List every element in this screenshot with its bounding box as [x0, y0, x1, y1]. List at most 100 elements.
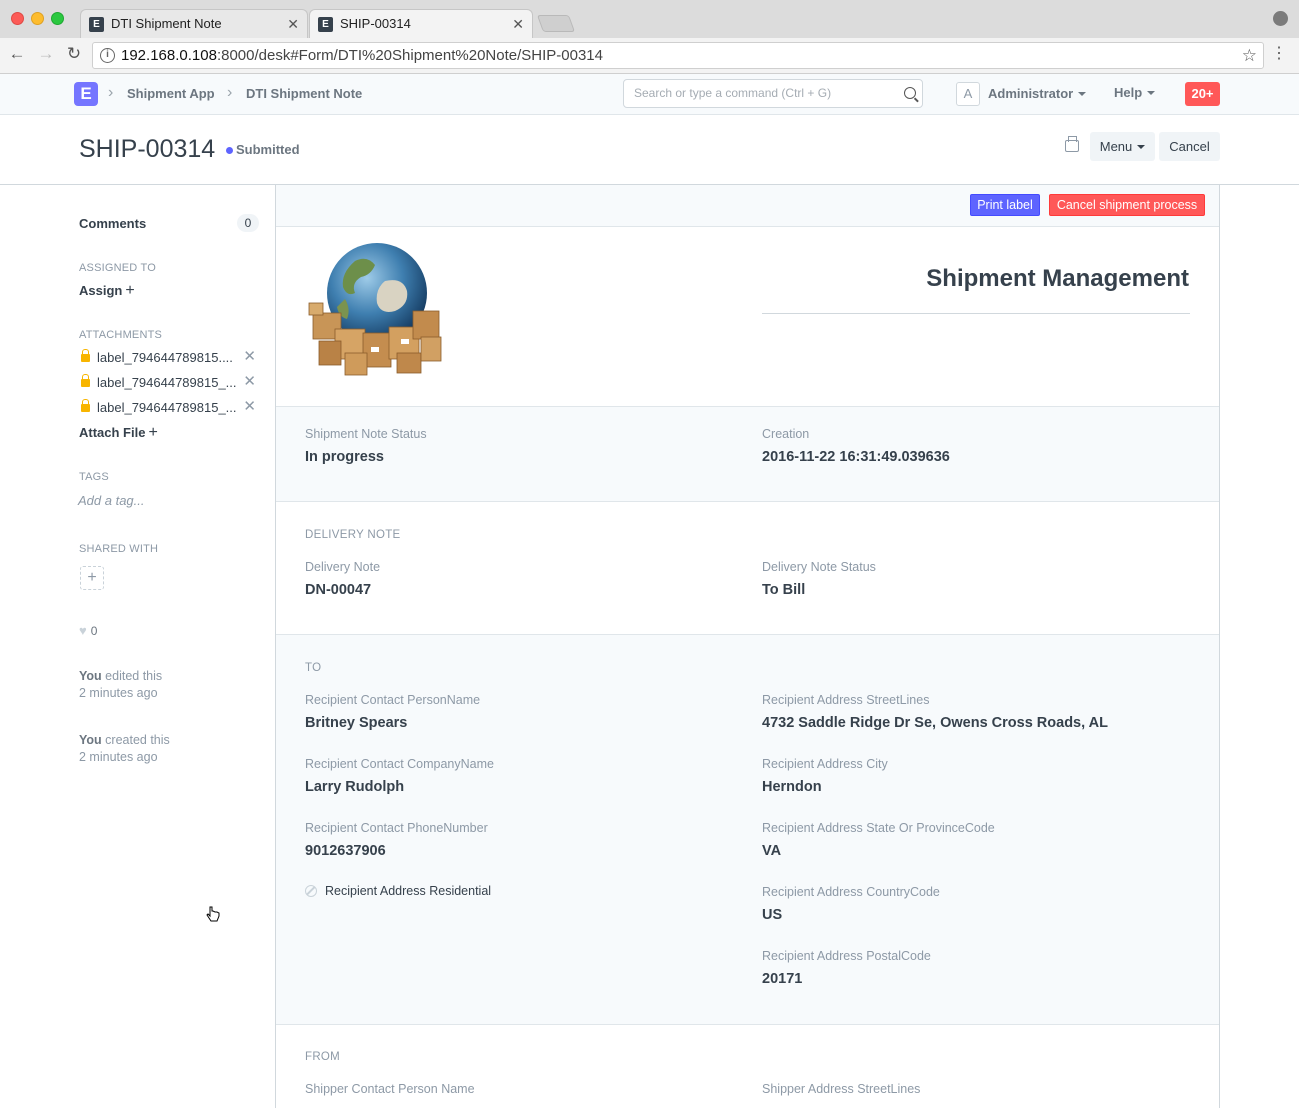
profile-icon[interactable]	[1273, 11, 1288, 26]
app-logo[interactable]: E	[74, 82, 98, 106]
bookmark-star-icon[interactable]: ☆	[1242, 43, 1257, 68]
user-name: Administrator	[988, 86, 1074, 101]
app-navbar: E › Shipment App › DTI Shipment Note Sea…	[0, 74, 1299, 115]
from-section: FROM Shipper Contact Person Name Shipper…	[276, 1025, 1219, 1108]
browser-tab-shipment-note[interactable]: E DTI Shipment Note ✕	[80, 9, 308, 38]
timeline-user[interactable]: You	[79, 669, 102, 683]
window-close-button[interactable]	[11, 12, 24, 25]
recipient-city-label: Recipient Address City	[762, 757, 888, 771]
timeline-user[interactable]: You	[79, 733, 102, 747]
shipment-note-status-value: In progress	[305, 449, 384, 465]
shipment-note-status-label: Shipment Note Status	[305, 427, 427, 441]
comments-count-badge: 0	[237, 214, 259, 232]
browser-tab-strip: E DTI Shipment Note ✕ E SHIP-00314 ✕	[0, 0, 1299, 38]
section-heading: FROM	[305, 1051, 341, 1063]
cancel-button[interactable]: Cancel	[1159, 132, 1220, 161]
shipper-street-label: Shipper Address StreetLines	[762, 1082, 921, 1096]
delivery-note-label: Delivery Note	[305, 560, 381, 574]
recipient-phone-value: 9012637906	[305, 843, 386, 859]
breadcrumb-shipment-app[interactable]: Shipment App	[127, 86, 215, 101]
back-arrow-icon[interactable]: ←	[6, 44, 28, 64]
browser-toolbar: ← → ↻ i 192.168.0.108:8000/desk#Form/DTI…	[0, 38, 1299, 74]
heading-divider	[762, 313, 1190, 314]
attachment-item[interactable]: label_794644789815_... ✕	[81, 397, 256, 415]
remove-attachment-icon[interactable]: ✕	[243, 372, 256, 390]
recipient-company-label: Recipient Contact CompanyName	[305, 757, 494, 771]
remove-attachment-icon[interactable]: ✕	[243, 347, 256, 365]
user-menu[interactable]: Administrator	[988, 86, 1087, 101]
plus-icon: +	[148, 424, 158, 441]
assign-button[interactable]: Assign +	[79, 282, 135, 300]
tab-title: DTI Shipment Note	[111, 16, 222, 31]
add-tag-input[interactable]: Add a tag...	[78, 493, 145, 508]
lock-icon	[81, 374, 90, 387]
timeline-action: created this	[101, 733, 170, 747]
timeline-time: 2 minutes ago	[79, 750, 158, 764]
recipient-contact-person-value: Britney Spears	[305, 715, 408, 731]
address-bar[interactable]: i 192.168.0.108:8000/desk#Form/DTI%20Shi…	[92, 42, 1264, 69]
tab-title: SHIP-00314	[340, 16, 411, 31]
share-add-button[interactable]: +	[80, 566, 104, 590]
cancel-shipment-button[interactable]: Cancel shipment process	[1049, 194, 1205, 216]
forward-arrow-icon[interactable]: →	[35, 44, 57, 64]
delivery-note-value[interactable]: DN-00047	[305, 582, 371, 598]
attachment-name[interactable]: label_794644789815_...	[97, 400, 237, 415]
creation-value: 2016-11-22 16:31:49.039636	[762, 449, 950, 465]
notifications-badge[interactable]: 20+	[1185, 82, 1220, 106]
form-actions-bar: Print label Cancel shipment process	[276, 185, 1219, 227]
attachment-name[interactable]: label_794644789815....	[97, 350, 233, 365]
window-maximize-button[interactable]	[51, 12, 64, 25]
help-label: Help	[1114, 85, 1143, 100]
recipient-residential-label: Recipient Address Residential	[325, 884, 492, 898]
chevron-right-icon: ›	[227, 84, 233, 101]
recipient-phone-label: Recipient Contact PhoneNumber	[305, 821, 488, 835]
info-icon[interactable]: i	[100, 48, 115, 63]
print-icon[interactable]	[1065, 136, 1079, 152]
like-button[interactable]: ♥ 0	[79, 623, 97, 638]
search-input[interactable]: Search or type a command (Ctrl + G)	[623, 79, 923, 108]
new-tab-button[interactable]	[536, 15, 576, 32]
print-label-button[interactable]: Print label	[970, 194, 1040, 216]
recipient-state-label: Recipient Address State Or ProvinceCode	[762, 821, 995, 835]
delivery-note-status-label: Delivery Note Status	[762, 560, 876, 574]
attachment-item[interactable]: label_794644789815_... ✕	[81, 372, 256, 390]
recipient-country-label: Recipient Address CountryCode	[762, 885, 940, 899]
recipient-postal-label: Recipient Address PostalCode	[762, 949, 931, 963]
url-path: :8000/desk#Form/DTI%20Shipment%20Note/SH…	[216, 47, 603, 64]
erpnext-favicon-icon: E	[318, 17, 333, 32]
recipient-state-value: VA	[762, 843, 782, 859]
form-header-section: Shipment Management	[276, 227, 1219, 407]
delivery-note-status-value: To Bill	[762, 582, 806, 598]
menu-button[interactable]: Menu	[1090, 132, 1155, 161]
chevron-right-icon: ›	[108, 84, 114, 101]
search-icon[interactable]	[904, 87, 916, 99]
to-section: TO Recipient Contact PersonName Britney …	[276, 635, 1219, 1025]
remove-attachment-icon[interactable]: ✕	[243, 397, 256, 415]
attach-file-button[interactable]: Attach File +	[79, 424, 158, 442]
close-icon[interactable]: ✕	[512, 10, 524, 38]
form-sidebar: Comments 0 ASSIGNED TO Assign + ATTACHMEN…	[0, 186, 275, 1108]
page-title: SHIP-00314	[79, 135, 216, 163]
timeline-time: 2 minutes ago	[79, 686, 158, 700]
comments-link[interactable]: Comments	[79, 216, 146, 231]
shared-with-heading: SHARED WITH	[79, 543, 159, 555]
attachments-heading: ATTACHMENTS	[79, 329, 163, 341]
breadcrumb-dti-shipment-note[interactable]: DTI Shipment Note	[246, 86, 362, 101]
form-layout: Print label Cancel shipment process Ship…	[275, 185, 1220, 1108]
browser-tab-ship-00314[interactable]: E SHIP-00314 ✕	[309, 9, 533, 38]
avatar[interactable]: A	[956, 82, 980, 106]
timeline-action: edited this	[101, 669, 163, 683]
recipient-street-label: Recipient Address StreetLines	[762, 693, 930, 707]
status-indicator-icon	[226, 147, 233, 154]
caret-down-icon	[1147, 91, 1156, 95]
section-heading: DELIVERY NOTE	[305, 529, 401, 541]
window-minimize-button[interactable]	[31, 12, 44, 25]
attachment-name[interactable]: label_794644789815_...	[97, 375, 237, 390]
browser-menu-icon[interactable]: ⋮	[1271, 46, 1287, 62]
reload-icon[interactable]: ↻	[63, 44, 85, 64]
close-icon[interactable]: ✕	[287, 10, 299, 38]
attachment-item[interactable]: label_794644789815.... ✕	[81, 347, 256, 365]
timeline-item: You created this 2 minutes ago	[79, 732, 170, 766]
plus-icon: +	[125, 282, 135, 299]
help-menu[interactable]: Help	[1114, 85, 1156, 100]
